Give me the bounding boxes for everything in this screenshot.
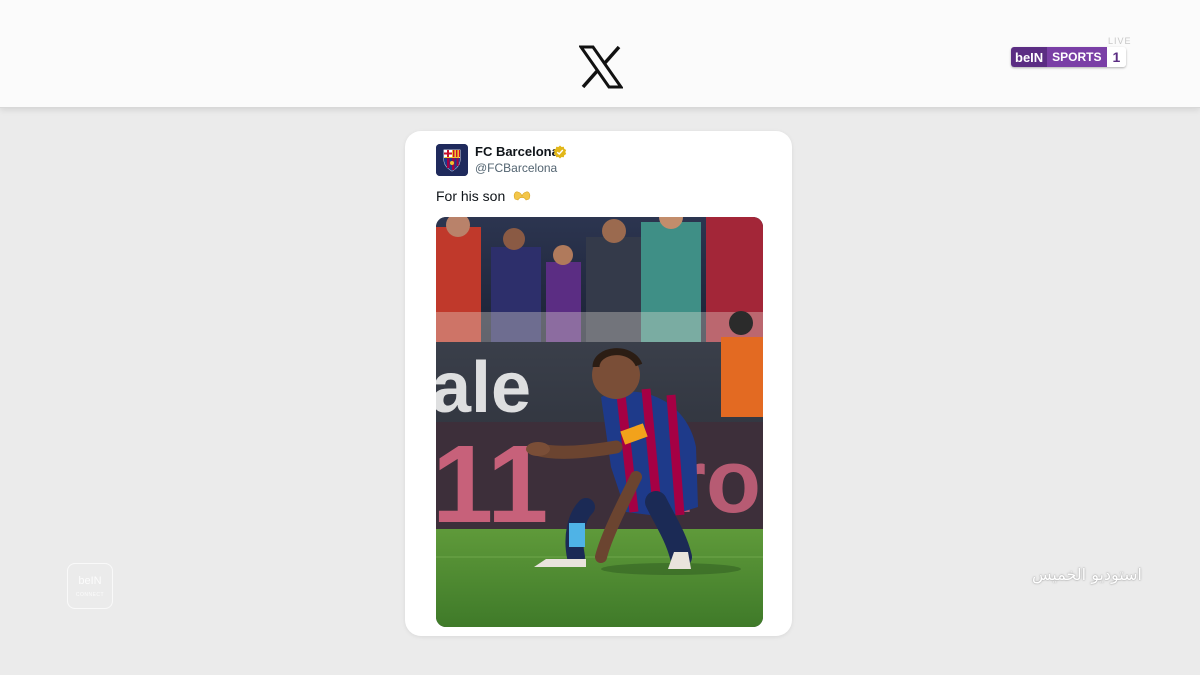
broadcast-header: LIVE beIN SPORTS 1 <box>0 0 1200 108</box>
watermark-sub: CONNECT <box>75 592 105 598</box>
tweet-media-photo[interactable]: ale 11 ro <box>436 217 763 627</box>
channel-brand: beIN <box>1011 47 1048 67</box>
x-logo-icon <box>579 45 623 89</box>
heart-hands-icon <box>514 191 531 201</box>
show-name: استوديو الخميس <box>1032 565 1142 584</box>
channel-number: 1 <box>1106 47 1127 67</box>
gold-verified-icon <box>553 145 567 159</box>
tweet-body: For his son <box>436 188 506 204</box>
tweet-card: FC Barcelona @FCBarcelona For his son al… <box>405 131 792 636</box>
channel-name: SPORTS <box>1047 47 1107 67</box>
svg-text:11: 11 <box>436 423 548 546</box>
svg-text:ale: ale <box>436 348 531 428</box>
fcb-crest-icon <box>436 144 468 176</box>
tweet-text: For his son <box>436 188 531 204</box>
author-name[interactable]: FC Barcelona <box>475 144 559 159</box>
channel-logo: beIN SPORTS 1 <box>1011 47 1127 67</box>
watermark-brand: beIN <box>78 575 102 587</box>
player-photo: ale 11 ro <box>436 217 763 627</box>
author-handle[interactable]: @FCBarcelona <box>475 161 557 175</box>
bein-connect-watermark: beIN CONNECT <box>67 563 113 609</box>
avatar[interactable] <box>436 144 468 176</box>
live-indicator: LIVE <box>1108 36 1132 46</box>
